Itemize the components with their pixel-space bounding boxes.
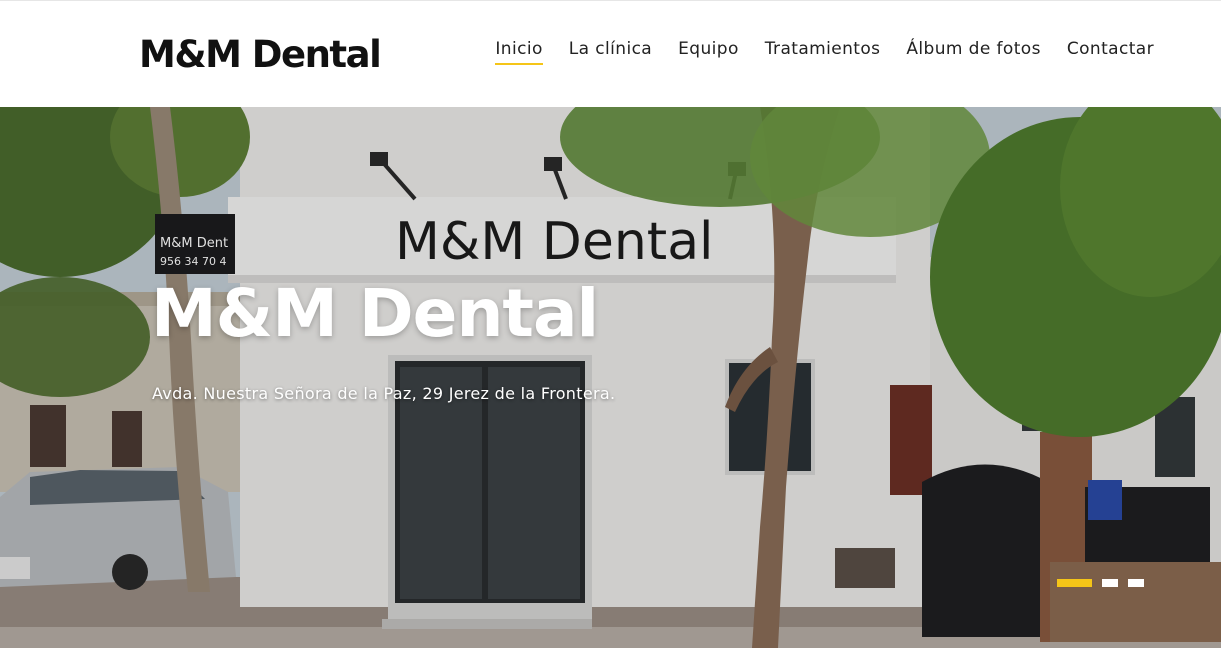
slider-dot-3[interactable] xyxy=(1128,579,1144,587)
slider-dot-1[interactable] xyxy=(1057,579,1092,587)
nav-item-equipo[interactable]: Equipo xyxy=(678,39,739,65)
nav-item-album-de-fotos[interactable]: Álbum de fotos xyxy=(906,39,1040,65)
hero-address: Avda. Nuestra Señora de la Paz, 29 Jerez… xyxy=(152,384,616,403)
nav-item-contactar[interactable]: Contactar xyxy=(1067,39,1154,65)
hero-title: M&M Dental xyxy=(151,275,599,352)
site-header: M&M Dental Inicio La clínica Equipo Trat… xyxy=(0,0,1221,107)
site-logo[interactable]: M&M Dental xyxy=(139,31,382,77)
hero-overlay xyxy=(0,107,1221,648)
main-nav: Inicio La clínica Equipo Tratamientos Ál… xyxy=(495,37,1154,67)
nav-item-la-clinica[interactable]: La clínica xyxy=(569,39,652,65)
slider-pagination xyxy=(1057,579,1144,587)
hero-slider: M&M Dental M&M Dent 956 34 70 4 M&M Dent… xyxy=(0,107,1221,648)
nav-item-inicio[interactable]: Inicio xyxy=(495,39,544,65)
logo-text: M&M Dental xyxy=(139,32,382,76)
slider-dot-2[interactable] xyxy=(1102,579,1118,587)
nav-item-tratamientos[interactable]: Tratamientos xyxy=(765,39,881,65)
